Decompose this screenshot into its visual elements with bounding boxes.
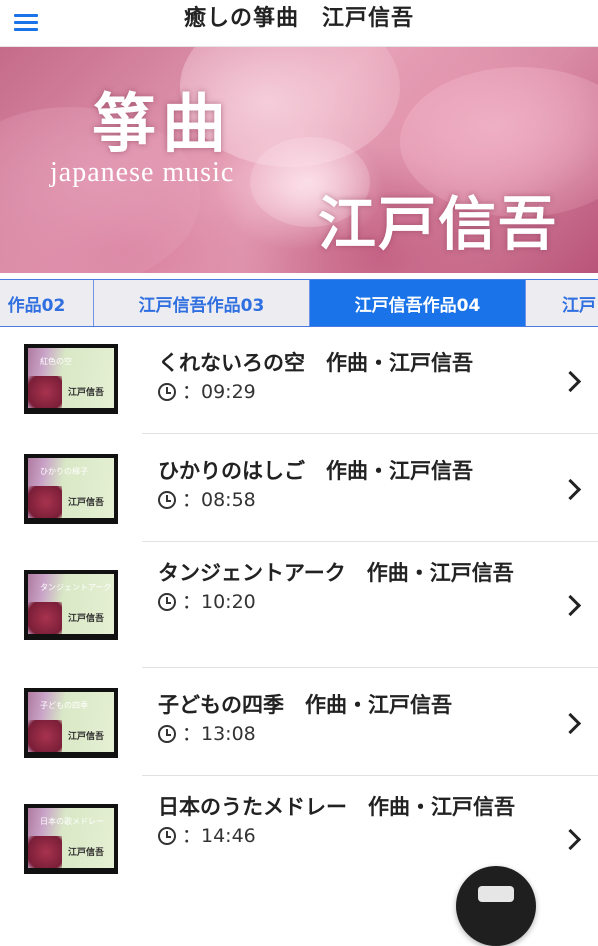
- song-duration: ：08:58: [182, 489, 256, 511]
- thumbnail-artist-mark: 江戸信吾: [67, 614, 104, 624]
- banner-subtitle: japanese music: [50, 157, 235, 188]
- hamburger-menu-icon[interactable]: [14, 6, 46, 38]
- song-thumbnail: 紅色の空 江戸信吾: [24, 344, 118, 414]
- menu-bar: [14, 13, 38, 17]
- chevron-right-icon[interactable]: [559, 478, 582, 501]
- song-thumbnail: ひかりの梯子 江戸信吾: [24, 454, 118, 524]
- thumbnail-title: 日本の歌メドレー: [40, 817, 104, 826]
- chevron-right-icon[interactable]: [559, 828, 582, 851]
- song-title: くれないろの空 作曲・江戸信吾: [158, 351, 473, 375]
- song-info: ひかりのはしご 作曲・江戸信吾 ：08:58: [158, 456, 538, 514]
- song-duration-line: ：08:58: [158, 486, 538, 514]
- song-info: 子どもの四季 作曲・江戸信吾 ：13:08: [158, 690, 538, 748]
- thumbnail-artist-mark: 江戸信吾: [67, 388, 104, 398]
- song-duration: ：10:20: [182, 591, 256, 613]
- clock-icon: [158, 491, 176, 509]
- tab-album-03[interactable]: 江戸信吾作品03: [94, 280, 310, 326]
- song-duration-line: ：13:08: [158, 720, 538, 748]
- song-title: タンジェントアーク 作曲・江戸信吾: [158, 561, 514, 585]
- thumbnail-artist-mark: 江戸信吾: [67, 732, 104, 742]
- song-info: 日本のうたメドレー 作曲・江戸信吾 ：14:46: [158, 792, 538, 850]
- thumbnail-artist-mark: 江戸信吾: [67, 848, 104, 858]
- album-tabs: 作品02 江戸信吾作品03 江戸信吾作品04 江戸: [0, 279, 598, 327]
- song-row[interactable]: 紅色の空 江戸信吾 くれないろの空 作曲・江戸信吾 ：09:29: [0, 326, 598, 434]
- thumbnail-image: 紅色の空 江戸信吾: [28, 348, 114, 408]
- tab-album-04[interactable]: 江戸信吾作品04: [310, 280, 526, 326]
- song-title: 子どもの四季 作曲・江戸信吾: [158, 693, 452, 717]
- thumbnail-title: タンジェントアーク: [40, 583, 112, 592]
- song-info: タンジェントアーク 作曲・江戸信吾 ：10:20: [158, 558, 538, 616]
- thumbnail-image: ひかりの梯子 江戸信吾: [28, 458, 114, 518]
- tab-album-02[interactable]: 作品02: [0, 280, 94, 326]
- song-title: ひかりのはしご 作曲・江戸信吾: [158, 459, 473, 483]
- song-row[interactable]: タンジェントアーク 江戸信吾 タンジェントアーク 作曲・江戸信吾 ：10:20: [0, 542, 598, 668]
- hero-banner: 箏曲 japanese music 江戸信吾: [0, 47, 598, 273]
- floating-player-button[interactable]: [456, 866, 536, 946]
- song-row[interactable]: 子どもの四季 江戸信吾 子どもの四季 作曲・江戸信吾 ：13:08: [0, 668, 598, 776]
- menu-bar: [14, 20, 38, 24]
- page-title: 癒しの箏曲 江戸信吾: [183, 6, 414, 31]
- thumbnail-image: 子どもの四季 江戸信吾: [28, 692, 114, 752]
- song-duration: ：13:08: [182, 723, 256, 745]
- thumbnail-title: 紅色の空: [40, 357, 72, 366]
- song-duration: ：09:29: [182, 381, 256, 403]
- song-duration-line: ：10:20: [158, 588, 538, 616]
- song-thumbnail: タンジェントアーク 江戸信吾: [24, 570, 118, 640]
- app-header: 癒しの箏曲 江戸信吾: [0, 0, 598, 47]
- thumbnail-title: 子どもの四季: [40, 701, 88, 710]
- thumbnail-image: 日本の歌メドレー 江戸信吾: [28, 808, 114, 868]
- song-duration-line: ：14:46: [158, 822, 538, 850]
- menu-bar: [14, 27, 38, 31]
- banner-artist-name: 江戸信吾: [318, 190, 559, 258]
- song-title: 日本のうたメドレー 作曲・江戸信吾: [158, 795, 515, 819]
- song-list: 紅色の空 江戸信吾 くれないろの空 作曲・江戸信吾 ：09:29 ひかりの梯子 …: [0, 326, 598, 902]
- song-thumbnail: 子どもの四季 江戸信吾: [24, 688, 118, 758]
- chevron-right-icon[interactable]: [559, 594, 582, 617]
- clock-icon: [158, 383, 176, 401]
- banner-koto-text: 箏曲: [92, 87, 232, 162]
- clock-icon: [158, 725, 176, 743]
- clock-icon: [158, 593, 176, 611]
- chevron-right-icon[interactable]: [559, 370, 582, 393]
- thumbnail-artist-mark: 江戸信吾: [67, 498, 104, 508]
- thumbnail-image: タンジェントアーク 江戸信吾: [28, 574, 114, 634]
- song-info: くれないろの空 作曲・江戸信吾 ：09:29: [158, 348, 538, 406]
- song-duration: ：14:46: [182, 825, 256, 847]
- chevron-right-icon[interactable]: [559, 712, 582, 735]
- song-duration-line: ：09:29: [158, 378, 538, 406]
- song-thumbnail: 日本の歌メドレー 江戸信吾: [24, 804, 118, 874]
- thumbnail-title: ひかりの梯子: [40, 467, 88, 476]
- song-row[interactable]: ひかりの梯子 江戸信吾 ひかりのはしご 作曲・江戸信吾 ：08:58: [0, 434, 598, 542]
- clock-icon: [158, 827, 176, 845]
- tab-album-05[interactable]: 江戸: [526, 280, 598, 326]
